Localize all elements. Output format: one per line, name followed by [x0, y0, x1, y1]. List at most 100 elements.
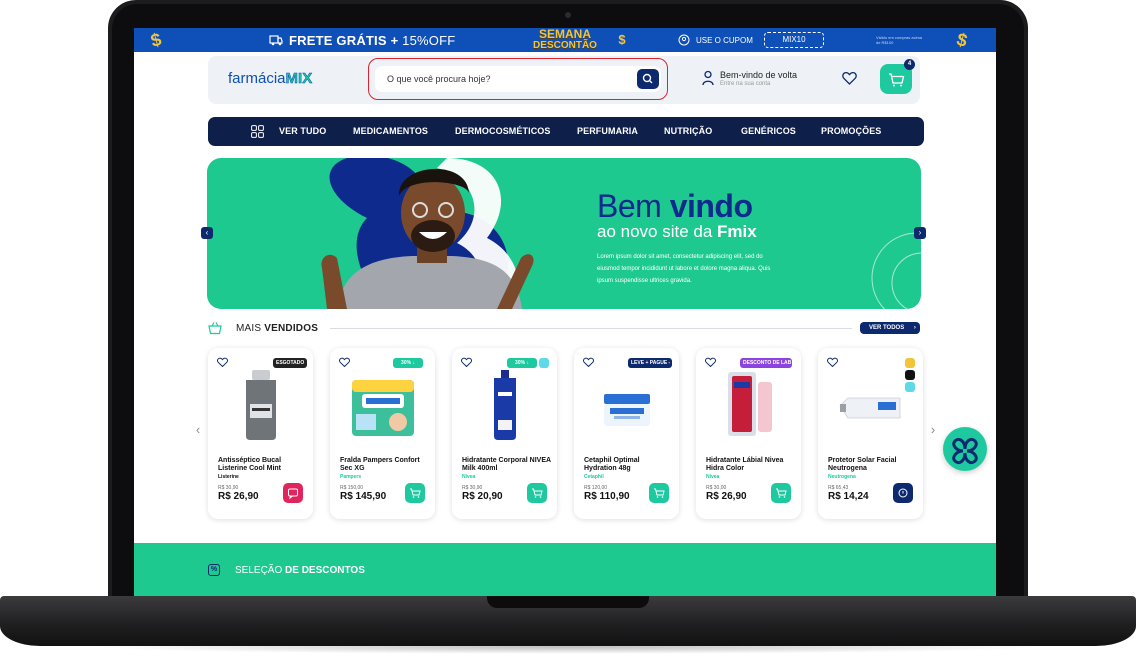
coin-icon: $: [148, 29, 164, 51]
nivea-lip-balm-image: [728, 372, 772, 436]
hero-next-arrow[interactable]: ›: [914, 227, 926, 239]
nivea-milk-bottle-image: [494, 370, 516, 440]
product-brand: Listerine: [218, 474, 239, 480]
percent-icon: %: [208, 564, 220, 576]
hero-banner[interactable]: Bem vindo ao novo site da Fmix Lorem ips…: [207, 158, 921, 309]
floating-chat-button[interactable]: [943, 427, 987, 471]
product-card[interactable]: LEVE + PAGUE - Cetaphil Optimal Hydratio…: [574, 348, 679, 519]
login-link[interactable]: Entre na sua conta: [720, 81, 770, 87]
promo-bar: $ FRETE GRÁTIS + 15%OFF SEMANA DESCONTÃO…: [134, 28, 996, 52]
truck-icon: [269, 35, 283, 46]
product-card[interactable]: DESCONTO DE LAB Hidratante Lábial Nivea …: [696, 348, 801, 519]
heart-icon[interactable]: [705, 357, 716, 367]
snowflake-badge: [905, 382, 915, 392]
nav-item-perfumaria[interactable]: PERFUMARIA: [577, 126, 638, 136]
hero-prev-arrow[interactable]: ‹: [201, 227, 213, 239]
cart-icon: [410, 488, 421, 498]
coin-icon: $: [954, 29, 970, 51]
coupon-label: USE O CUPOM: [696, 36, 753, 45]
products-prev-arrow[interactable]: ‹: [193, 423, 203, 437]
product-price: R$ 26,90: [218, 491, 259, 502]
add-to-cart-button[interactable]: [527, 483, 547, 503]
nav-item-medicamentos[interactable]: MEDICAMENTOS: [353, 126, 428, 136]
location-pin-icon: [678, 34, 690, 46]
tag-g-badge: [905, 358, 915, 368]
neutrogena-tube-image: [839, 397, 901, 419]
product-brand: Nivea: [706, 474, 720, 480]
free-shipping-text: FRETE GRÁTIS + 15%OFF: [289, 33, 456, 48]
fmix-logo-icon: [952, 437, 978, 465]
cetaphil-jar-image: [604, 394, 650, 426]
product-name[interactable]: Protetor Solar Facial Neutrogena: [828, 457, 918, 473]
search-button[interactable]: [637, 69, 659, 89]
add-to-cart-button[interactable]: [771, 483, 791, 503]
product-card[interactable]: 30% ↓ Hidratante Corporal NIVEA Milk 400…: [452, 348, 557, 519]
product-brand: Cetaphil: [584, 474, 604, 480]
product-brand: Neutrogena: [828, 474, 856, 480]
best-sellers-title: MAIS VENDIDOS: [236, 323, 319, 334]
product-card[interactable]: 30% ↓ Fralda Pampers Confort Sec XG Pamp…: [330, 348, 435, 519]
decorative-circles: [871, 232, 921, 309]
nav-item-nutricao[interactable]: NUTRIÇÃO: [664, 126, 712, 136]
nav-item-promocoes[interactable]: PROMOÇÕES: [821, 126, 881, 136]
snowflake-badge: [539, 358, 549, 368]
product-price: R$ 20,90: [462, 491, 503, 502]
laptop-mockup: $ FRETE GRÁTIS + 15%OFF SEMANA DESCONTÃO…: [0, 0, 1136, 665]
product-name[interactable]: Cetaphil Optimal Hydration 48g: [584, 457, 674, 473]
info-button[interactable]: [893, 483, 913, 503]
heart-icon[interactable]: [461, 357, 472, 367]
search-input[interactable]: [375, 66, 661, 92]
website-screen: $ FRETE GRÁTIS + 15%OFF SEMANA DESCONTÃO…: [134, 28, 996, 596]
cart-icon: [532, 488, 543, 498]
lab-discount-badge: DESCONTO DE LAB: [740, 358, 792, 368]
promo-badge: LEVE + PAGUE -: [628, 358, 672, 368]
product-brand: Nivea: [462, 474, 476, 480]
add-to-cart-button[interactable]: [405, 483, 425, 503]
grid-icon: [251, 125, 264, 138]
product-name[interactable]: Fralda Pampers Confort Sec XG: [340, 457, 430, 473]
hero-description: Lorem ipsum dolor sit amet, consectetur …: [597, 254, 771, 284]
chat-icon: [288, 488, 298, 500]
product-price: R$ 14,24: [828, 491, 869, 502]
nav-item-ver-tudo[interactable]: VER TUDO: [279, 126, 326, 136]
product-card[interactable]: ESGOTADO Antisséptico Bucal Listerine Co…: [208, 348, 313, 519]
semana-descontao-badge: SEMANA DESCONTÃO: [533, 28, 597, 51]
discount-section: % SELEÇÃO DE DESCONTOS: [134, 543, 996, 596]
discount-badge: 30% ↓: [507, 358, 537, 368]
product-name[interactable]: Hidratante Corporal NIVEA Milk 400ml: [462, 457, 552, 473]
section-divider: [330, 328, 852, 329]
hero-title: Bem vindo: [597, 188, 753, 224]
discount-badge: 30% ↓: [393, 358, 423, 368]
product-card[interactable]: Protetor Solar Facial Neutrogena Neutrog…: [818, 348, 923, 519]
nav-item-dermocosmeticos[interactable]: DERMOCOSMÉTICOS: [455, 126, 551, 136]
listerine-bottle-image: [246, 370, 276, 440]
category-nav: VER TUDO MEDICAMENTOS DERMOCOSMÉTICOS PE…: [208, 117, 924, 146]
view-all-button[interactable]: VER TODOS ›: [860, 322, 920, 334]
coupon-validity: Válido em compras acima de R$100: [876, 35, 923, 45]
welcome-text[interactable]: Bem-vindo de volta: [720, 70, 797, 80]
product-name[interactable]: Antisséptico Bucal Listerine Cool Mint: [218, 457, 308, 473]
clock-icon: [898, 488, 908, 498]
heart-icon[interactable]: [217, 357, 228, 367]
hero-subtitle: ao novo site da Fmix: [597, 222, 757, 241]
nav-item-genericos[interactable]: GENÉRICOS: [741, 126, 796, 136]
smiling-man-photo: [321, 168, 534, 309]
heart-icon[interactable]: [583, 357, 594, 367]
notify-button[interactable]: [283, 483, 303, 503]
coupon-code[interactable]: MIX10: [764, 32, 824, 48]
logo[interactable]: farmáciaMIX: [228, 70, 312, 88]
favorites-heart-icon[interactable]: [842, 71, 857, 85]
pampers-pack-image: [352, 380, 414, 436]
user-icon[interactable]: [702, 70, 714, 86]
heart-icon[interactable]: [827, 357, 838, 367]
discount-section-title: SELEÇÃO DE DESCONTOS: [235, 565, 365, 576]
product-brand: Pampers: [340, 474, 362, 480]
search-icon: [642, 73, 653, 84]
heart-icon[interactable]: [339, 357, 350, 367]
add-to-cart-button[interactable]: [649, 483, 669, 503]
product-name[interactable]: Hidratante Lábial Nivea Hidra Color: [706, 457, 796, 473]
products-next-arrow[interactable]: ›: [928, 423, 938, 437]
site-header: farmáciaMIX Bem-vindo de volta Entre na …: [208, 56, 920, 104]
tag-c-badge: [905, 370, 915, 380]
laptop-notch: [487, 596, 649, 608]
